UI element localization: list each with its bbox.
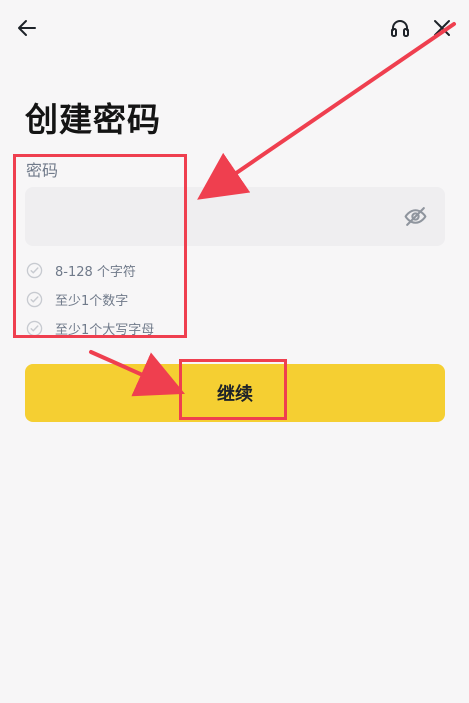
customer-support-button[interactable] — [383, 11, 417, 45]
page-title: 创建密码 — [25, 100, 161, 140]
check-circle-icon — [26, 262, 43, 279]
password-requirement-number: 至少1个数字 — [26, 285, 246, 314]
password-field-container[interactable] — [25, 187, 445, 246]
close-button[interactable] — [425, 11, 459, 45]
check-circle-icon — [26, 291, 43, 308]
password-requirement-length: 8-128 个字符 — [26, 256, 246, 285]
check-circle-icon — [26, 320, 43, 337]
password-input[interactable] — [25, 187, 397, 246]
password-visibility-toggle[interactable] — [397, 199, 433, 235]
password-label: 密码 — [26, 161, 59, 180]
headset-icon — [391, 20, 409, 37]
left-arrow-icon — [18, 20, 36, 36]
password-requirements-list: 8-128 个字符 至少1个数字 至少1个大写字母 — [26, 256, 246, 343]
password-requirement-text: 至少1个数字 — [55, 294, 129, 309]
back-button[interactable] — [10, 11, 44, 45]
eye-off-icon — [404, 207, 426, 226]
close-icon — [434, 20, 450, 36]
top-navigation-bar — [0, 0, 469, 56]
password-requirement-uppercase: 至少1个大写字母 — [26, 314, 246, 343]
password-requirement-text: 至少1个大写字母 — [55, 323, 155, 338]
password-requirement-text: 8-128 个字符 — [55, 265, 136, 280]
continue-button[interactable]: 继续 — [25, 364, 445, 422]
